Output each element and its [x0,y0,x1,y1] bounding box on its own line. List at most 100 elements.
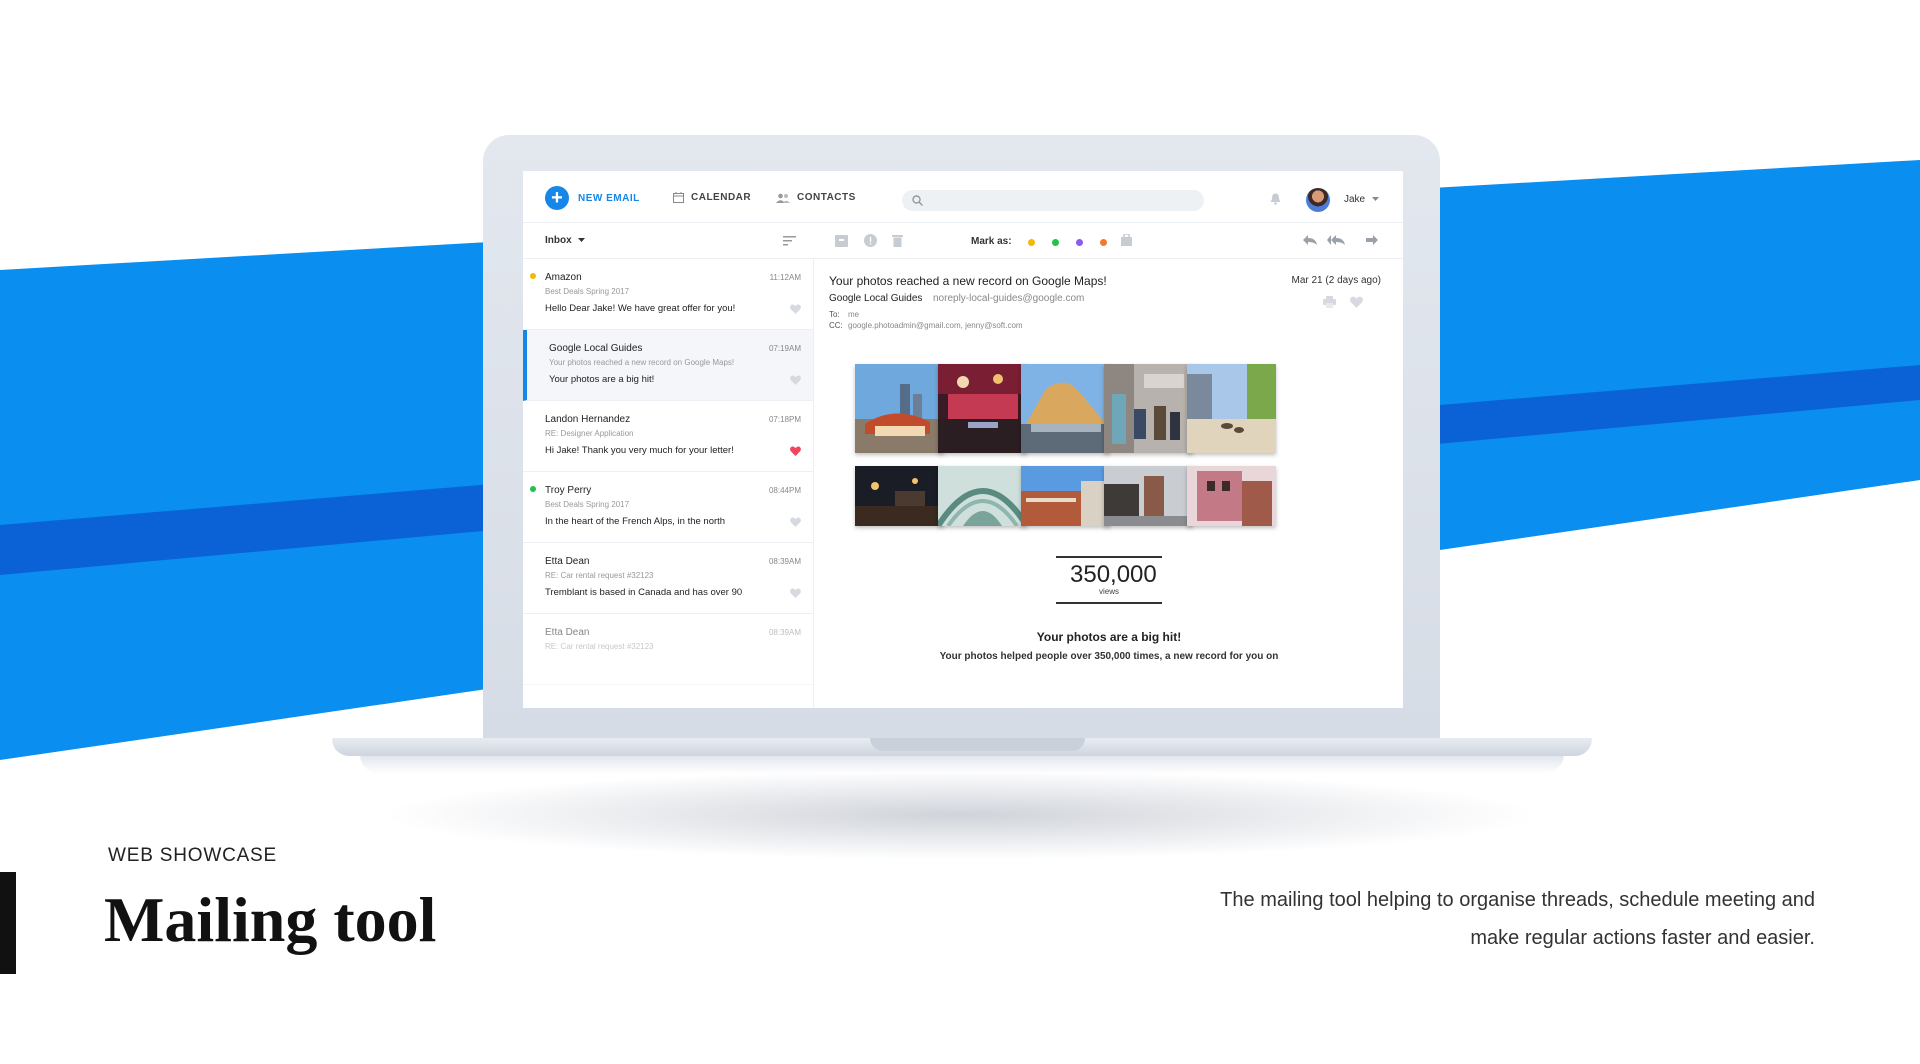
photo-thumbnail[interactable] [1104,466,1193,526]
plus-icon: + [545,186,569,210]
heart-icon[interactable] [790,588,801,598]
label-icon[interactable] [1121,234,1132,246]
photo-thumbnail[interactable] [1187,364,1276,453]
photo-thumbnail[interactable] [1104,364,1193,453]
unread-dot [534,344,540,350]
email-preview: Hi Jake! Thank you very much for your le… [545,445,734,456]
to-label: To: [829,310,840,319]
mark-orange-button[interactable] [1100,239,1107,246]
top-bar: + NEW EMAIL CALENDAR CONTACTS Jake [523,171,1403,223]
unread-dot [530,273,536,279]
email-sender: Etta Dean [545,556,590,567]
spam-icon[interactable] [864,234,877,247]
email-preview: Hello Dear Jake! We have great offer for… [545,303,736,314]
trash-icon[interactable] [892,234,903,247]
email-time: 07:18PM [768,415,801,424]
mark-as-label: Mark as: [971,236,1012,247]
views-counter: 350,000 views [815,556,1403,604]
email-list: Amazon 11:12AM Best Deals Spring 2017 He… [523,259,814,708]
mark-green-button[interactable] [1052,239,1059,246]
email-time: 07:19AM [768,344,801,353]
list-item[interactable]: Etta Dean 08:39AM RE: Car rental request… [523,543,813,614]
list-item[interactable]: Landon Hernandez 07:18PM RE: Designer Ap… [523,401,813,472]
chevron-down-icon[interactable] [1372,197,1379,202]
showcase-kicker: WEB SHOWCASE [108,845,278,866]
reply-all-icon[interactable] [1327,235,1345,245]
email-subject: RE: Designer Application [545,429,634,438]
email-preview: Your photos are a big hit! [549,374,655,385]
unread-dot [530,415,536,421]
app-screen: + NEW EMAIL CALENDAR CONTACTS Jake Inbox… [523,171,1403,708]
action-toolbar: Inbox Mark as: [523,223,1403,259]
cc-value: google.photoadmin@gmail.com, jenny@soft.… [848,321,1023,330]
cc-label: CC: [829,321,843,330]
message-headline: Your photos are a big hit! [1036,630,1182,644]
email-sender: Amazon [545,272,582,283]
folder-dropdown[interactable]: Inbox [545,235,585,246]
chevron-down-icon [577,238,585,242]
bell-icon[interactable] [1270,193,1281,205]
list-item[interactable]: Etta Dean 08:39AM RE: Car rental request… [523,614,813,685]
photo-thumbnail[interactable] [1021,466,1110,526]
email-sender: Landon Hernandez [545,414,631,425]
list-item[interactable]: Amazon 11:12AM Best Deals Spring 2017 He… [523,259,813,330]
heart-icon[interactable] [1350,296,1363,308]
email-subject: Best Deals Spring 2017 [545,500,630,509]
views-number: 350,000 [1070,561,1157,588]
showcase-title: Mailing tool [104,884,437,955]
photo-thumbnail[interactable] [1021,364,1110,453]
message-from-email[interactable]: noreply-local-guides@google.com [933,293,1084,304]
avatar[interactable] [1306,188,1330,212]
unread-dot [530,557,536,563]
archive-icon[interactable] [835,235,848,247]
mark-purple-button[interactable] [1076,239,1083,246]
email-subject: Best Deals Spring 2017 [545,287,630,296]
description-line-2: make regular actions faster and easier. [1470,927,1815,949]
photo-thumbnail[interactable] [938,466,1027,526]
heart-icon[interactable] [790,446,801,456]
nav-contacts-label: CONTACTS [797,192,856,203]
message-date: Mar 21 (2 days ago) [1291,275,1382,286]
laptop-base-bottom [360,754,1564,774]
photo-thumbnail[interactable] [855,466,944,526]
user-name[interactable]: Jake [1344,194,1365,205]
views-unit: views [1098,587,1119,596]
heart-icon[interactable] [790,304,801,314]
message-from-name: Google Local Guides [829,293,923,304]
reading-pane: Your photos reached a new record on Goog… [815,259,1403,708]
email-time: 08:44PM [768,486,801,495]
email-sender: Etta Dean [545,627,590,638]
heart-icon[interactable] [790,517,801,527]
search-input[interactable] [902,190,1204,211]
forward-icon[interactable] [1366,235,1378,245]
nav-calendar-label: CALENDAR [691,192,752,203]
print-icon[interactable] [1323,296,1336,308]
email-subject: Your photos reached a new record on Goog… [549,358,735,367]
nav-contacts[interactable]: CONTACTS [776,192,856,203]
email-subject: RE: Car rental request #32123 [545,642,654,651]
sort-icon[interactable] [783,236,796,246]
photo-thumbnail[interactable] [938,364,1027,453]
email-preview: In the heart of the French Alps, in the … [545,516,726,527]
email-sender: Google Local Guides [549,343,643,354]
email-time: 08:39AM [768,557,801,566]
laptop-notch [870,738,1085,751]
email-time: 11:12AM [769,273,801,282]
email-time: 08:39AM [768,628,801,637]
message-body: Your photos helped people over 350,000 t… [939,651,1279,662]
nav-calendar[interactable]: CALENDAR [673,192,751,203]
photo-thumbnail[interactable] [855,364,944,453]
contacts-icon [776,193,790,203]
message-subject: Your photos reached a new record on Goog… [829,274,1107,288]
to-value: me [848,310,860,319]
list-item[interactable]: Google Local Guides 07:19AM Your photos … [523,330,813,401]
calendar-icon [673,192,684,203]
new-email-button[interactable]: + NEW EMAIL [545,186,640,210]
list-item[interactable]: Troy Perry 08:44PM Best Deals Spring 201… [523,472,813,543]
photo-thumbnail[interactable] [1187,466,1276,526]
reply-icon[interactable] [1303,235,1317,245]
mark-yellow-button[interactable] [1028,239,1035,246]
accent-bar [0,872,16,974]
heart-icon[interactable] [790,375,801,385]
folder-label: Inbox [545,235,572,246]
